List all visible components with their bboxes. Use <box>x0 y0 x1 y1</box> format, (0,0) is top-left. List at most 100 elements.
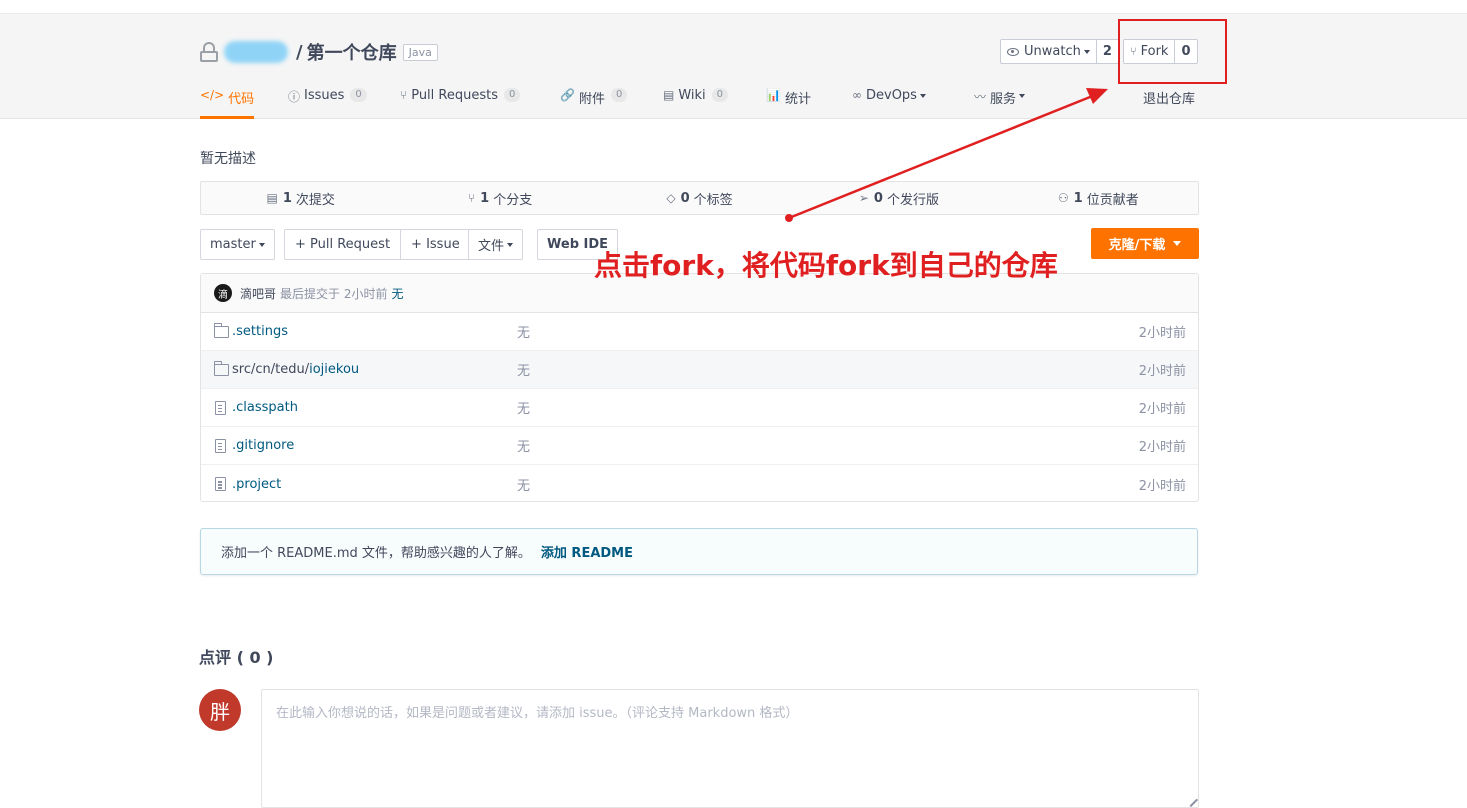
new-pr-issue-group: + Pull Request + Issue <box>284 229 471 260</box>
clone-label: 克隆/下载 <box>1108 238 1166 253</box>
tab-pull-requests[interactable]: ⑂ Pull Requests 0 <box>400 82 521 119</box>
file-name[interactable]: .classpath <box>232 400 298 415</box>
table-row[interactable]: .project 无 2小时前 <box>201 465 1198 503</box>
stat-value: 1 <box>480 190 490 206</box>
file-name[interactable]: .settings <box>232 324 288 339</box>
stat-label: 位贡献者 <box>1086 192 1139 208</box>
tab-label: 附件 <box>578 92 605 107</box>
commit-icon: ▤ <box>266 191 278 205</box>
chevron-down-icon <box>507 242 514 247</box>
file-name[interactable]: src/cn/tedu/iojiekou <box>232 362 359 377</box>
tab-count: 0 <box>610 88 628 102</box>
commit-info: 最后提交于 2小时前 <box>280 286 388 301</box>
stat-value: 1 <box>1073 190 1083 206</box>
branch-label: master <box>210 237 256 252</box>
file-icon <box>215 477 226 491</box>
file-menu-label: 文件 <box>478 239 505 254</box>
table-row[interactable]: .gitignore 无 2小时前 <box>201 427 1198 465</box>
file-icon <box>215 438 226 453</box>
tab-count: 0 <box>504 88 521 102</box>
stat-label: 个分支 <box>493 192 533 208</box>
tab-count: 0 <box>350 88 367 102</box>
folder-icon <box>213 322 229 338</box>
tab-label: Pull Requests <box>411 88 498 103</box>
watch-count[interactable]: 2 <box>1097 40 1118 63</box>
stat-branches[interactable]: ⑂ 1 个分支 <box>400 182 599 214</box>
tab-count: 0 <box>711 88 729 102</box>
tab-label: Wiki <box>678 88 706 103</box>
title-separator: / <box>296 41 303 63</box>
file-icon <box>215 400 226 415</box>
eye-icon <box>1007 47 1019 56</box>
owner-name-redacted[interactable] <box>224 41 288 63</box>
table-row[interactable]: .settings 无 2小时前 <box>201 313 1198 351</box>
repo-description: 暂无描述 <box>200 151 256 167</box>
file-time: 2小时前 <box>1138 402 1186 417</box>
unwatch-button[interactable]: Unwatch <box>1001 40 1097 63</box>
file-commit-message[interactable]: 无 <box>517 360 530 379</box>
pull-request-icon: ⑂ <box>400 88 408 102</box>
infinity-icon: ∞ <box>852 88 862 102</box>
language-badge[interactable]: Java <box>402 43 438 61</box>
tab-label: 服务 <box>990 92 1017 107</box>
file-menu-button[interactable]: 文件 <box>468 229 524 260</box>
file-time: 2小时前 <box>1138 364 1186 379</box>
tab-label: 代码 <box>228 92 255 107</box>
clone-download-button[interactable]: 克隆/下载 <box>1091 228 1199 259</box>
exit-repo-link[interactable]: 退出仓库 <box>1143 88 1195 107</box>
top-bar <box>0 0 1467 14</box>
table-row[interactable]: .classpath 无 2小时前 <box>201 389 1198 427</box>
stat-commits[interactable]: ▤ 1 次提交 <box>201 182 400 214</box>
commit-message[interactable]: 无 <box>391 285 403 302</box>
branch-icon: ⑂ <box>467 191 476 205</box>
tab-label: DevOps <box>866 88 917 103</box>
unwatch-label: Unwatch <box>1024 44 1081 59</box>
tab-issues[interactable]: ⓘ Issues 0 <box>288 82 367 119</box>
stat-value: 1 <box>282 190 292 206</box>
issue-icon: ⓘ <box>288 90 301 104</box>
file-commit-message[interactable]: 无 <box>517 398 530 417</box>
paperclip-icon: 🔗 <box>560 88 575 102</box>
watch-button-group: Unwatch 2 <box>1000 39 1119 64</box>
avatar[interactable]: 胖 <box>199 689 241 731</box>
comment-input[interactable] <box>261 689 1199 808</box>
file-commit-message[interactable]: 无 <box>517 322 530 341</box>
stat-contributors[interactable]: ⚇ 1 位贡献者 <box>999 182 1198 214</box>
file-commit-message[interactable]: 无 <box>517 475 530 494</box>
stat-releases[interactable]: ➢ 0 个发行版 <box>799 182 998 214</box>
stat-value: 0 <box>873 190 883 206</box>
annotation-text: 点击fork，将代码fork到自己的仓库 <box>594 249 1058 282</box>
stat-label: 个发行版 <box>886 192 939 208</box>
branch-select[interactable]: master <box>200 229 275 260</box>
tab-attachments[interactable]: 🔗 附件 0 <box>560 82 628 119</box>
tab-wiki[interactable]: ▤ Wiki 0 <box>663 82 729 119</box>
chevron-down-icon <box>919 94 926 98</box>
stat-tags[interactable]: ◇ 0 个标签 <box>600 182 799 214</box>
tab-devops[interactable]: ∞ DevOps <box>852 82 926 119</box>
repo-title: / 第一个仓库 Java <box>200 38 438 66</box>
file-name[interactable]: .gitignore <box>232 438 294 453</box>
file-name[interactable]: .project <box>232 477 281 492</box>
file-commit-message[interactable]: 无 <box>517 436 530 455</box>
repo-name[interactable]: 第一个仓库 <box>307 39 397 65</box>
readme-tip-text: 添加一个 README.md 文件，帮助感兴趣的人了解。 <box>221 546 531 561</box>
add-readme-link[interactable]: 添加 README <box>541 542 633 561</box>
repo-stats-bar: ▤ 1 次提交 ⑂ 1 个分支 ◇ 0 个标签 ➢ 0 个发行版 ⚇ 1 位贡献… <box>200 181 1199 215</box>
pulse-icon: 〰 <box>974 90 987 104</box>
bar-chart-icon: 📊 <box>766 88 781 102</box>
book-icon: ▤ <box>663 88 675 102</box>
tab-statistics[interactable]: 📊 统计 <box>766 82 811 119</box>
new-issue-button[interactable]: + Issue <box>400 230 470 259</box>
chevron-down-icon <box>258 242 265 247</box>
users-icon: ⚇ <box>1057 191 1069 205</box>
tab-services[interactable]: 〰 服务 <box>974 82 1026 119</box>
commit-author[interactable]: 滴吧哥 <box>240 285 276 302</box>
chevron-down-icon <box>1173 241 1182 246</box>
code-icon: </> <box>200 88 225 102</box>
tab-code[interactable]: </> 代码 <box>200 82 255 119</box>
avatar[interactable]: 滴 <box>214 284 232 302</box>
stat-label: 次提交 <box>295 192 335 208</box>
new-pull-request-button[interactable]: + Pull Request <box>285 230 400 259</box>
table-row[interactable]: src/cn/tedu/iojiekou 无 2小时前 <box>201 351 1198 389</box>
lock-icon <box>200 42 218 62</box>
